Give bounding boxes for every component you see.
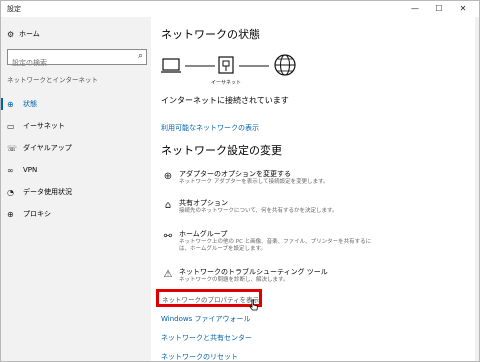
warning-icon: ⚠ — [163, 269, 173, 280]
sidebar-item-label: ダイヤルアップ — [23, 144, 72, 152]
search-box: ⌕ — [7, 49, 147, 70]
globe-icon: ⊕ — [7, 209, 14, 219]
laptop-icon — [161, 58, 181, 73]
ethernet-port-icon — [218, 56, 234, 74]
firewall-link[interactable]: Windows ファイアウォール — [161, 314, 250, 324]
ethernet-icon: ▭ — [7, 121, 15, 131]
sidebar-item-proxy[interactable]: ⊕ プロキシ — [1, 203, 151, 225]
sharing-options-item[interactable]: ⌂ 共有オプション 接続先のネットワークについて、何を共有するかを決定します。 — [161, 198, 461, 224]
view-properties-link[interactable]: ネットワークのプロパティを表示 — [162, 294, 259, 304]
section-label: ネットワークとインターネット — [7, 76, 98, 84]
adapter-options-item[interactable]: ⊕ アダプターのオプションを変更する ネットワーク アダプターを表示して接続設定… — [161, 169, 461, 195]
option-title: 共有オプション — [179, 199, 228, 207]
maximize-button[interactable]: ☐ — [427, 1, 451, 17]
sharing-icon: ⌂ — [164, 200, 172, 211]
connection-status: インターネットに接続されています — [161, 96, 289, 105]
sidebar-item-label: イーサネット — [23, 122, 65, 130]
scrollbar[interactable] — [475, 17, 479, 361]
mouse-cursor-icon — [249, 299, 258, 311]
home-link[interactable]: ⚙ ホーム — [7, 29, 40, 39]
gear-icon: ⚙ — [7, 29, 15, 39]
vpn-icon: ∞ — [7, 165, 14, 175]
settings-window: 設定 — ☐ ✕ ⚙ ホーム ⌕ ネットワークとインターネット ⊕ 状態 ▭ イ… — [0, 0, 480, 362]
sidebar-item-status[interactable]: ⊕ 状態 — [1, 93, 151, 115]
option-desc: ネットワーク上の他の PC と画像、音楽、ファイル、プリンターを共有するには、ホ… — [179, 239, 372, 252]
minimize-button[interactable]: — — [403, 1, 427, 17]
option-desc: ネットワークの問題を診断し、解決します。 — [179, 277, 289, 283]
title-bar: 設定 — ☐ ✕ — [1, 1, 479, 17]
homegroup-icon: ⚯ — [163, 231, 173, 242]
diagram-label: イーサネット — [211, 80, 241, 86]
sidebar-item-data-usage[interactable]: ◔ データ使用状況 — [1, 181, 151, 203]
sidebar-nav: ⊕ 状態 ▭ イーサネット ☏ ダイヤルアップ ∞ VPN ◔ データ使用状況 … — [1, 93, 151, 225]
adapter-icon: ⊕ — [163, 171, 173, 182]
option-title: ネットワークのトラブルシューティング ツール — [179, 268, 328, 276]
homegroup-item[interactable]: ⚯ ホームグループ ネットワーク上の他の PC と画像、音楽、ファイル、プリンタ… — [161, 229, 461, 263]
option-title: アダプターのオプションを変更する — [179, 170, 291, 178]
option-title: ホームグループ — [179, 230, 228, 238]
globe-icon — [274, 54, 296, 76]
sidebar-item-label: プロキシ — [23, 210, 51, 218]
option-desc: ネットワーク アダプターを表示して接続設定を変更します。 — [179, 179, 329, 185]
globe-status-icon: ⊕ — [7, 99, 14, 109]
sidebar-item-label: 状態 — [23, 100, 37, 108]
phone-icon: ☏ — [7, 143, 18, 153]
data-usage-icon: ◔ — [7, 187, 14, 197]
search-input[interactable] — [8, 56, 126, 70]
home-label: ホーム — [19, 30, 40, 38]
sharing-center-link[interactable]: ネットワークと共有センター — [161, 333, 252, 343]
sidebar-item-label: データ使用状況 — [23, 188, 72, 196]
main-content: ネットワークの状態 イーサネット インターネットに接続されています 利用可能なネ… — [151, 17, 479, 361]
settings-section-title: ネットワーク設定の変更 — [161, 144, 282, 157]
close-button[interactable]: ✕ — [451, 1, 475, 17]
sidebar-item-vpn[interactable]: ∞ VPN — [1, 159, 151, 181]
window-title: 設定 — [7, 5, 21, 13]
page-title: ネットワークの状態 — [161, 28, 260, 41]
available-networks-link[interactable]: 利用可能なネットワークの表示 — [161, 123, 259, 133]
sidebar: ⚙ ホーム ⌕ ネットワークとインターネット ⊕ 状態 ▭ イーサネット ☏ ダ… — [1, 17, 151, 361]
sidebar-item-dialup[interactable]: ☏ ダイヤルアップ — [1, 137, 151, 159]
option-desc: 接続先のネットワークについて、何を共有するかを決定します。 — [179, 208, 338, 214]
network-reset-link[interactable]: ネットワークのリセット — [161, 352, 238, 361]
search-icon[interactable]: ⌕ — [138, 51, 143, 61]
network-diagram: イーサネット — [161, 54, 296, 86]
sidebar-item-label: VPN — [23, 166, 38, 174]
sidebar-item-ethernet[interactable]: ▭ イーサネット — [1, 115, 151, 137]
